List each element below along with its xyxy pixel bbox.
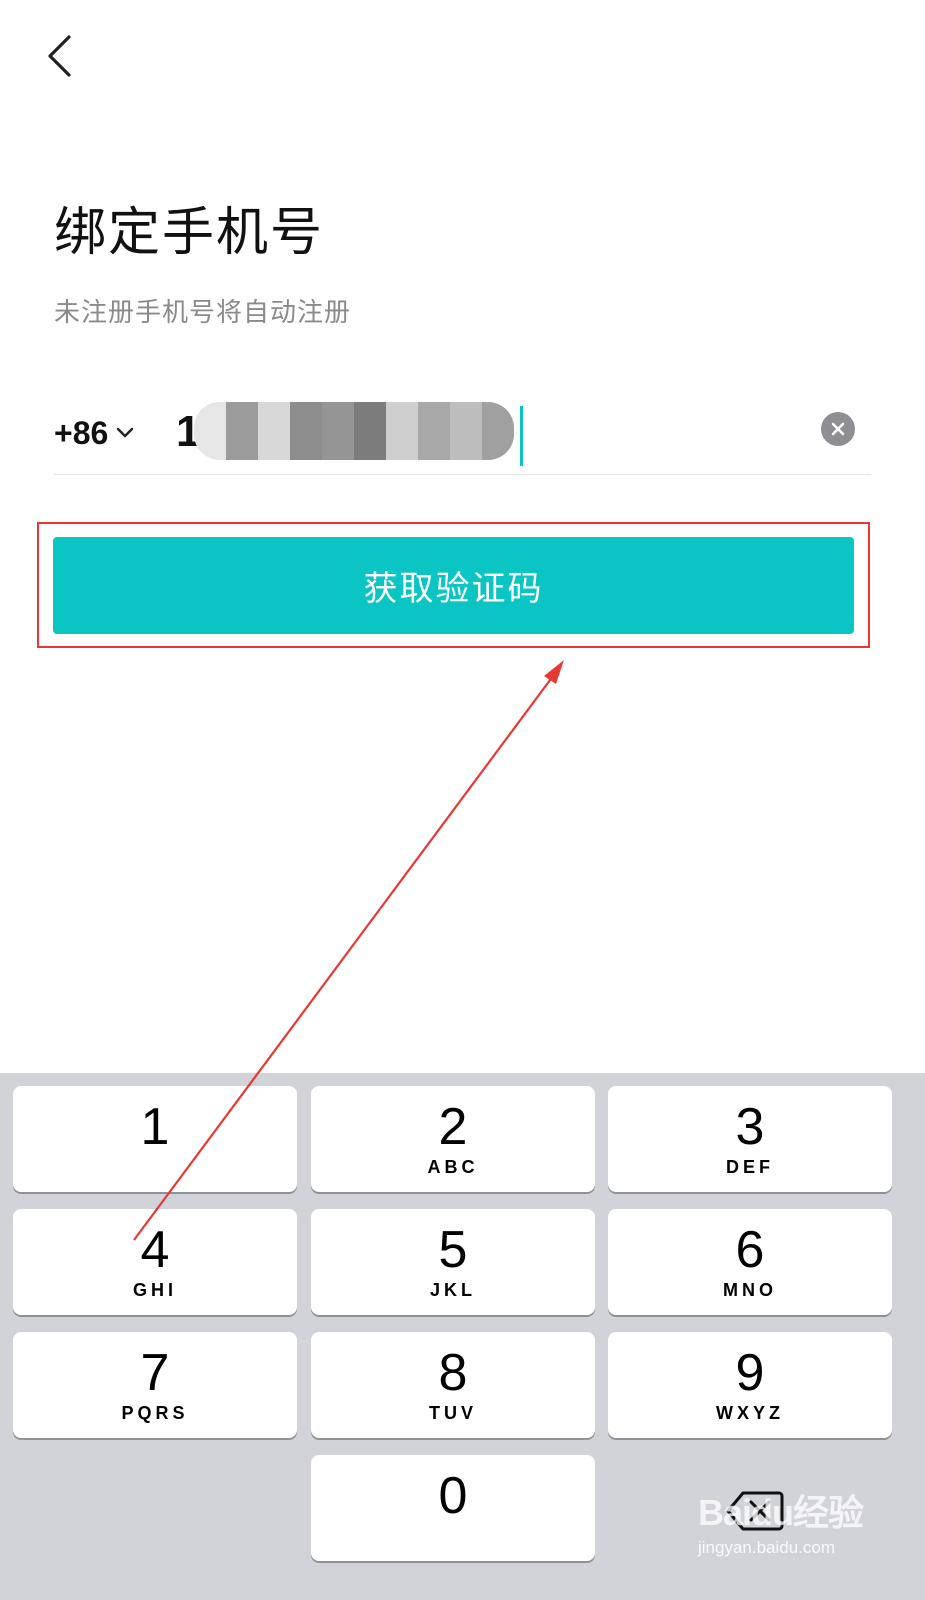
- chevron-left-icon: [48, 35, 71, 77]
- backspace-icon: [726, 1491, 784, 1531]
- country-code: +86: [54, 414, 109, 451]
- key-3[interactable]: 3 DEF: [608, 1086, 892, 1192]
- key-1[interactable]: 1: [13, 1086, 297, 1192]
- close-circle-icon: [831, 422, 845, 436]
- delete-key[interactable]: [700, 1476, 810, 1546]
- phone-number-input[interactable]: 1: [176, 402, 536, 466]
- text-caret: [520, 406, 523, 466]
- key-7[interactable]: 7 PQRS: [13, 1332, 297, 1438]
- country-code-selector[interactable]: +86: [54, 412, 134, 454]
- clear-input-button[interactable]: [821, 412, 855, 446]
- key-8[interactable]: 8 TUV: [311, 1332, 595, 1438]
- key-9[interactable]: 9 WXYZ: [608, 1332, 892, 1438]
- page-title: 绑定手机号: [54, 203, 325, 263]
- chevron-down-icon: [117, 427, 134, 438]
- phone-input-row: +86 1: [54, 398, 871, 475]
- key-5[interactable]: 5 JKL: [311, 1209, 595, 1315]
- key-4[interactable]: 4 GHI: [13, 1209, 297, 1315]
- subtitle: 未注册手机号将自动注册: [54, 298, 352, 328]
- key-6[interactable]: 6 MNO: [608, 1209, 892, 1315]
- redacted-number-mosaic: [194, 402, 514, 460]
- get-verification-code-button[interactable]: 获取验证码: [53, 537, 854, 634]
- key-2[interactable]: 2 ABC: [311, 1086, 595, 1192]
- key-0[interactable]: 0: [311, 1455, 595, 1561]
- back-button[interactable]: [40, 30, 80, 82]
